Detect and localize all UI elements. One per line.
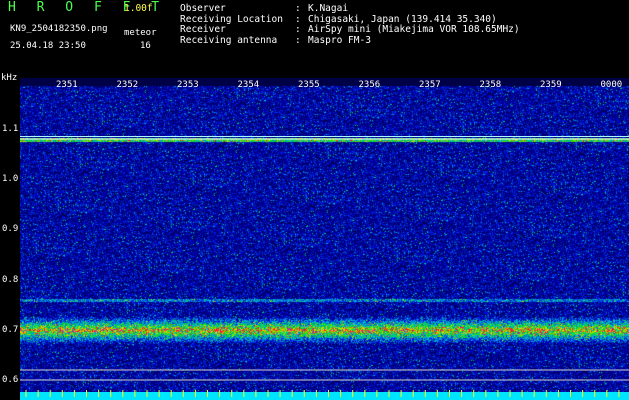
time-tick-label: 2358 <box>479 80 502 90</box>
info-colon: : <box>295 3 301 14</box>
bottom-band <box>20 392 629 400</box>
y-tick-label: 0.9 <box>2 224 19 235</box>
meteor-count: 16 <box>140 41 151 51</box>
time-tick-label: 2355 <box>298 80 320 90</box>
time-tick-label: 2357 <box>419 80 441 90</box>
time-tick-label: 0000 <box>600 80 623 90</box>
info-row-location: Receiving Location: Chigasaki, Japan (139… <box>180 14 497 25</box>
hrofft-window: H R O F F T 1.00f KN9_2504182350.png met… <box>0 0 629 400</box>
filename-label: KN9_2504182350.png <box>10 24 108 34</box>
y-tick-label: 0.7 <box>2 324 19 335</box>
info-row-observer: Observer: K.Nagai <box>180 3 348 14</box>
meteor-label: meteor <box>124 28 157 38</box>
time-tick-label: 2351 <box>56 80 78 90</box>
time-tick-label: 2356 <box>358 80 381 90</box>
spectrogram-area <box>20 78 629 400</box>
info-key: Receiver <box>180 24 226 35</box>
info-colon: : <box>295 13 301 25</box>
datetime-label: 25.04.18 23:50 <box>10 41 86 51</box>
info-value: Maspro FM-3 <box>308 34 371 46</box>
y-tick-label: 0.6 <box>2 375 19 385</box>
info-value: AirSpy mini (Miakejima VOR 108.65MHz) <box>308 24 520 35</box>
info-key: Receiving antenna <box>180 34 278 46</box>
axis-unit-label: kHz <box>1 73 18 83</box>
time-tick-label: 2354 <box>237 80 260 90</box>
time-tick-label: 2353 <box>177 80 199 90</box>
info-colon: : <box>295 24 301 35</box>
y-tick-label: 1.1 <box>2 124 19 134</box>
time-tick-label: 2352 <box>116 80 139 90</box>
y-tick-label: 0.8 <box>2 274 19 285</box>
info-value: Chigasaki, Japan (139.414 35.340) <box>308 13 497 25</box>
info-key: Observer <box>180 3 226 14</box>
version-label: 1.00f <box>124 3 153 14</box>
y-tick-label: 1.0 <box>2 174 19 185</box>
spectrogram-overlay <box>20 136 629 400</box>
info-row-receiver: Receiver: AirSpy mini (Miakejima VOR 108.… <box>180 24 520 35</box>
info-row-antenna: Receiving antenna: Maspro FM-3 <box>180 35 371 46</box>
info-value: K.Nagai <box>308 3 349 14</box>
info-colon: : <box>295 34 301 46</box>
info-key: Receiving Location <box>180 13 283 25</box>
time-tick-label: 2359 <box>540 80 562 90</box>
